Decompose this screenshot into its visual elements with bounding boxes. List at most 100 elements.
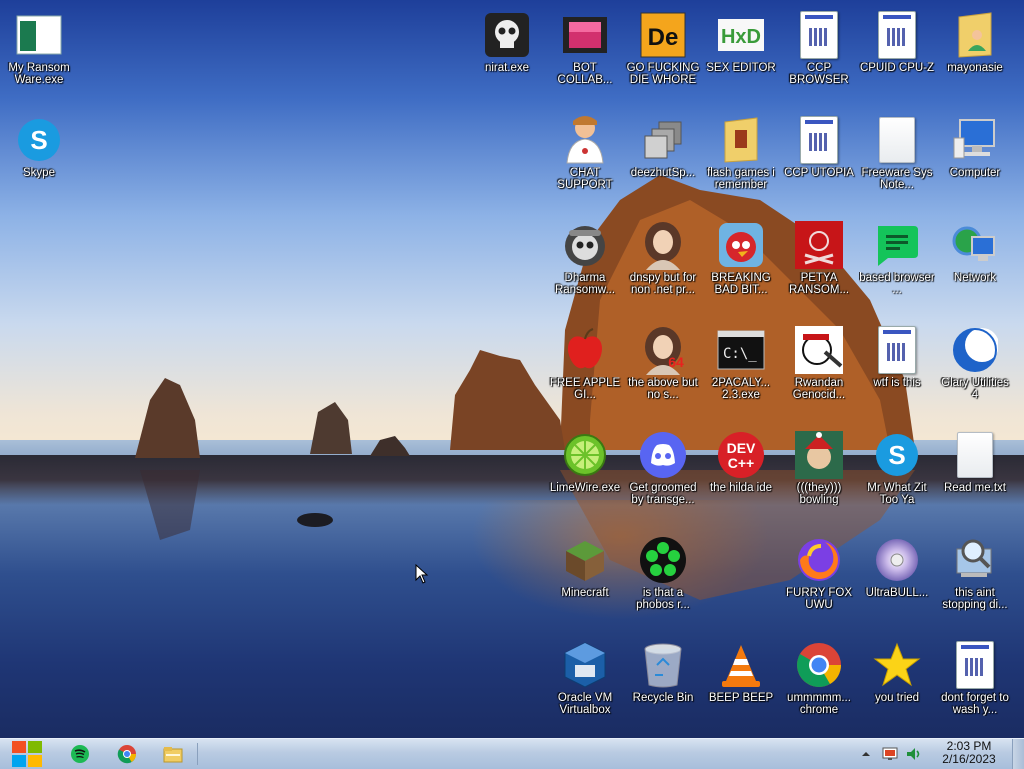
icon-breaking-bad[interactable]: BREAKING BAD BIT...	[703, 214, 779, 314]
console-icon: C:\_	[716, 325, 766, 375]
system-tray	[860, 739, 922, 769]
icq-flower-icon	[638, 535, 688, 585]
icon-label: this aint stopping di...	[942, 587, 1008, 611]
taskbar-clock[interactable]: 2:03 PM 2/16/2023	[926, 740, 1012, 768]
icon-bot-collab[interactable]: BOT COLLAB...	[547, 4, 623, 104]
svg-text:64: 64	[668, 354, 684, 370]
skype-icon: S	[14, 115, 64, 165]
icon-sex-editor[interactable]: HxD SEX EDITOR	[703, 4, 779, 104]
icon-dont-forget[interactable]: dont forget to wash y...	[937, 634, 1013, 734]
icon-label: UltraBULL...	[865, 587, 929, 599]
icon-label: Skype	[23, 167, 55, 179]
devcpp-icon: DEV C++	[716, 430, 766, 480]
mouse-cursor-icon	[415, 564, 429, 584]
icon-flash-games[interactable]: flash games i remember	[703, 109, 779, 209]
icon-go-die[interactable]: De GO FUCKING DIE WHORE	[625, 4, 701, 104]
show-desktop-button[interactable]	[1012, 739, 1024, 769]
skull-helmet-icon	[560, 220, 610, 270]
icon-label: the hilda ide	[709, 482, 773, 494]
icon-label: CPUID CPU-Z	[859, 62, 935, 74]
icon-wtf-is-this[interactable]: wtf is this	[859, 319, 935, 419]
icon-ccp-utopia[interactable]: CCP UTOPIA	[781, 109, 857, 209]
icon-furry-fox[interactable]: FURRY FOX UWU	[781, 529, 857, 629]
icon-label: CHAT SUPPORT	[557, 167, 613, 191]
elf-portrait-icon	[794, 430, 844, 480]
hxd-icon: HxD	[716, 10, 766, 60]
action-center-flag-icon[interactable]	[882, 747, 898, 761]
icon-label: SEX EDITOR	[706, 62, 776, 74]
petya-skull-icon	[794, 220, 844, 270]
icon-discord[interactable]: Get groomed by transge...	[625, 424, 701, 524]
icon-they-bowling[interactable]: (((they))) bowling	[781, 424, 857, 524]
icon-label: flash games i remember	[707, 167, 775, 191]
taskbar-file-explorer[interactable]	[156, 741, 190, 767]
clock-date: 2/16/2023	[942, 752, 996, 766]
icon-ccp-browser[interactable]: CCP BROWSER	[781, 4, 857, 104]
taskbar-spotify[interactable]	[63, 741, 97, 767]
app-document-icon	[950, 640, 1000, 690]
icon-label: Glary Utilities 4	[941, 377, 1009, 401]
icon-free-apple[interactable]: FREE APPLE GI...	[547, 319, 623, 419]
icon-glary[interactable]: Glary Utilities 4	[937, 319, 1013, 419]
icon-label: Mr What Zit Too Ya	[867, 482, 927, 506]
taskbar-chrome[interactable]	[110, 741, 144, 767]
file-explorer-icon	[163, 747, 183, 763]
icon-freeware-notes[interactable]: Freeware Sys Note...	[859, 109, 935, 209]
icon-label: wtf is this	[873, 377, 921, 389]
icon-petya[interactable]: PETYA RANSOM...	[781, 214, 857, 314]
app-document-icon	[794, 115, 844, 165]
icon-recycle-bin[interactable]: Recycle Bin	[625, 634, 701, 734]
icon-computer[interactable]: Computer	[937, 109, 1013, 209]
icon-label: Rwandan Genocid...	[792, 377, 846, 401]
icon-read-me[interactable]: Read me.txt	[937, 424, 1013, 524]
show-hidden-icons-arrow[interactable]	[860, 748, 872, 760]
start-button[interactable]	[8, 739, 46, 769]
icon-mayonasie[interactable]: mayonasie	[937, 4, 1013, 104]
folder-icon	[716, 115, 766, 165]
minecraft-block-icon	[560, 535, 610, 585]
icon-deezhut[interactable]: deezhutSp...	[625, 109, 701, 209]
portrait-64-icon: 64	[638, 325, 688, 375]
icon-dharma[interactable]: Dharma Ransomw...	[547, 214, 623, 314]
icon-hilda-ide[interactable]: DEV C++ the hilda ide	[703, 424, 779, 524]
icon-this-aint-stopping[interactable]: this aint stopping di...	[937, 529, 1013, 629]
icon-label: based browser ...	[859, 272, 935, 296]
icon-label: Dharma Ransomw...	[554, 272, 616, 296]
icon-the-above[interactable]: 64 the above but no s...	[625, 319, 701, 419]
icon-beep-beep[interactable]: BEEP BEEP	[703, 634, 779, 734]
icon-dnspy[interactable]: dnspy but for non .net pr...	[625, 214, 701, 314]
icon-mr-what-zit[interactable]: S Mr What Zit Too Ya	[859, 424, 935, 524]
icon-label: FREE APPLE GI...	[549, 377, 621, 401]
icon-label: Minecraft	[561, 587, 609, 599]
icon-minecraft[interactable]: Minecraft	[547, 529, 623, 629]
icon-chat-support[interactable]: CHAT SUPPORT	[547, 109, 623, 209]
blank-document-icon	[872, 115, 922, 165]
icon-label: (((they))) bowling	[796, 482, 842, 506]
icon-rwandan[interactable]: Rwandan Genocid...	[781, 319, 857, 419]
limewire-icon	[560, 430, 610, 480]
icon-phobos[interactable]: is that a phobos r...	[625, 529, 701, 629]
icon-based-browser[interactable]: based browser ...	[859, 214, 935, 314]
icon-network[interactable]: Network	[937, 214, 1013, 314]
icon-limewire[interactable]: LimeWire.exe	[547, 424, 623, 524]
icon-label: 2PACALY... 2.3.exe	[711, 377, 771, 401]
icon-skype[interactable]: S Skype	[1, 109, 77, 209]
stacked-windows-icon	[638, 115, 688, 165]
volume-icon[interactable]	[906, 747, 922, 761]
icon-nirat[interactable]: nirat.exe	[469, 4, 545, 104]
icon-2pacaly[interactable]: C:\_ 2PACALY... 2.3.exe	[703, 319, 779, 419]
virtualbox-icon	[560, 640, 610, 690]
icon-chrome[interactable]: ummmmm... chrome	[781, 634, 857, 734]
icon-my-ransom-ware[interactable]: My Ransom Ware.exe	[1, 4, 77, 104]
star-icon	[872, 640, 922, 690]
icon-cpuid[interactable]: CPUID CPU-Z	[859, 4, 935, 104]
icon-virtualbox[interactable]: Oracle VM Virtualbox	[547, 634, 623, 734]
magnifier-computer-icon	[950, 535, 1000, 585]
portrait-icon	[638, 220, 688, 270]
network-icon	[950, 220, 1000, 270]
icon-label: deezhutSp...	[630, 167, 696, 179]
icon-label: LimeWire.exe	[549, 482, 621, 494]
icon-you-tried[interactable]: you tried	[859, 634, 935, 734]
svg-text:C++: C++	[728, 455, 754, 471]
icon-ultrabull[interactable]: UltraBULL...	[859, 529, 935, 629]
